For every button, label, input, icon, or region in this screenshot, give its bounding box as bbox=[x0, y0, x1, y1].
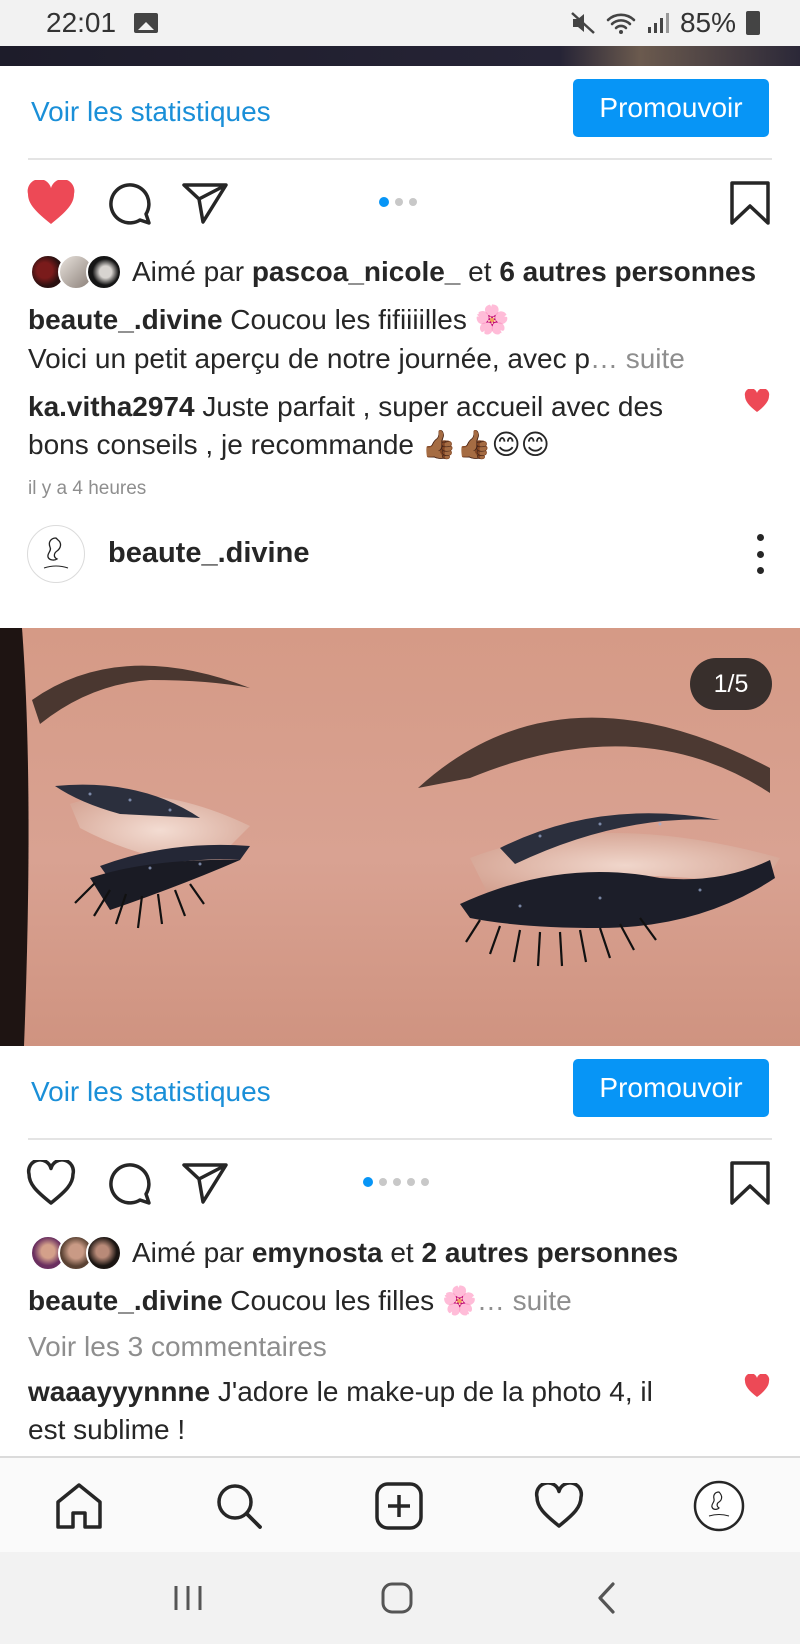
view-insights-link[interactable]: Voir les statistiques bbox=[31, 96, 271, 128]
bottom-navigation bbox=[0, 1456, 800, 1552]
signal-icon bbox=[647, 13, 669, 33]
recent-apps-icon[interactable] bbox=[166, 1576, 210, 1620]
carousel-dot bbox=[379, 197, 389, 207]
caption-text: Coucou les fifiiiilles 🌸 bbox=[230, 304, 510, 335]
likes-others[interactable]: 6 autres personnes bbox=[499, 256, 756, 288]
post1-timestamp: il y a 4 heures bbox=[28, 472, 146, 502]
bookmark-icon[interactable] bbox=[723, 1156, 777, 1210]
caption-more-link[interactable]: … suite bbox=[477, 1285, 572, 1316]
send-icon[interactable] bbox=[178, 176, 232, 230]
carousel-dot bbox=[409, 198, 417, 206]
caption-more-link[interactable]: … suite bbox=[590, 343, 685, 374]
comment-text: J'adore le make-up de la photo 4, il bbox=[217, 1376, 653, 1407]
back-icon[interactable] bbox=[585, 1576, 629, 1620]
mute-icon bbox=[571, 12, 595, 34]
likes-and: et bbox=[390, 1237, 414, 1268]
view-insights-link[interactable]: Voir les statistiques bbox=[31, 1076, 271, 1108]
carousel-dots bbox=[363, 1177, 429, 1187]
caption-text: Coucou les filles 🌸 bbox=[230, 1285, 477, 1316]
post-username[interactable]: beaute_.divine bbox=[108, 537, 309, 570]
post1-caption-line2: Voici un petit aperçu de notre journée, … bbox=[28, 340, 685, 378]
status-bar: 22:01 85% bbox=[0, 0, 800, 46]
avatar bbox=[86, 1235, 122, 1271]
caption-username[interactable]: beaute_.divine bbox=[28, 1285, 223, 1316]
post1-comment: ka.vitha2974 Juste parfait , super accue… bbox=[28, 388, 663, 426]
post1-action-row bbox=[0, 164, 800, 244]
caption-text-line2: Voici un petit aperçu de notre journée, … bbox=[28, 343, 590, 374]
post1-insights-bar: Voir les statistiques Promouvoir bbox=[0, 66, 800, 160]
promote-button[interactable]: Promouvoir bbox=[573, 1059, 769, 1117]
system-navigation-bar bbox=[0, 1552, 800, 1644]
carousel-counter: 1/5 bbox=[690, 658, 772, 710]
avatar bbox=[86, 254, 122, 290]
home-button-icon[interactable] bbox=[375, 1576, 419, 1620]
likes-and: et bbox=[468, 256, 492, 287]
likes-prefix: Aimé par bbox=[132, 256, 245, 287]
comment-like-filled-icon[interactable] bbox=[744, 389, 770, 413]
post2-action-row bbox=[0, 1144, 800, 1224]
comment-like-filled-icon[interactable] bbox=[744, 1374, 770, 1398]
likes-prefix: Aimé par bbox=[132, 1237, 245, 1268]
status-indicators: 85% bbox=[570, 7, 760, 39]
like-filled-icon[interactable] bbox=[24, 176, 78, 230]
carousel-dot bbox=[393, 1178, 401, 1186]
battery-icon bbox=[746, 11, 760, 35]
bookmark-icon[interactable] bbox=[723, 176, 777, 230]
comment-username[interactable]: waaayyynnne bbox=[28, 1376, 210, 1407]
comment-username[interactable]: ka.vitha2974 bbox=[28, 391, 195, 422]
heart-icon[interactable] bbox=[24, 1156, 78, 1210]
profile-avatar[interactable] bbox=[27, 525, 85, 583]
liker-avatars bbox=[30, 252, 122, 292]
wifi-icon bbox=[606, 13, 636, 34]
liker-avatars bbox=[30, 1233, 122, 1273]
likes-username[interactable]: emynosta bbox=[252, 1237, 383, 1269]
view-comments-link[interactable]: Voir les 3 commentaires bbox=[28, 1331, 327, 1362]
post1-comment-line2: bons conseils , je recommande 👍🏾👍🏾😊😊 bbox=[28, 426, 550, 464]
likes-username[interactable]: pascoa_nicole_ bbox=[252, 256, 461, 288]
profile-tab-avatar-icon[interactable] bbox=[691, 1478, 747, 1534]
divider bbox=[28, 158, 772, 160]
carousel-dot bbox=[407, 1178, 415, 1186]
post1-likes[interactable]: Aimé par pascoa_nicole_ et 6 autres pers… bbox=[30, 252, 756, 292]
carousel-dot bbox=[363, 1177, 373, 1187]
more-options-icon[interactable] bbox=[750, 534, 770, 574]
add-post-icon[interactable] bbox=[371, 1478, 427, 1534]
likes-others[interactable]: 2 autres personnes bbox=[421, 1237, 678, 1269]
post-photo[interactable]: 1/5 bbox=[0, 628, 800, 1046]
previous-post-photo-edge[interactable] bbox=[0, 46, 800, 66]
post2-caption: beaute_.divine Coucou les filles 🌸… suit… bbox=[28, 1282, 572, 1320]
gallery-notification-icon bbox=[134, 13, 159, 33]
post2-header: beaute_.divine bbox=[0, 522, 800, 592]
carousel-dot bbox=[379, 1178, 387, 1186]
carousel-dot bbox=[395, 198, 403, 206]
search-icon[interactable] bbox=[211, 1478, 267, 1534]
post2-comment-line2: est sublime ! bbox=[28, 1411, 185, 1449]
divider bbox=[28, 1138, 772, 1140]
time-ago: il y a 4 heures bbox=[28, 478, 147, 499]
carousel-dots bbox=[379, 197, 417, 207]
comment-text: Juste parfait , super accueil avec des bbox=[202, 391, 664, 422]
post2-insights-bar: Voir les statistiques Promouvoir bbox=[0, 1046, 800, 1140]
post2-comment: waaayyynnne J'adore le make-up de la pho… bbox=[28, 1373, 653, 1411]
comment-icon[interactable] bbox=[102, 176, 156, 230]
home-icon[interactable] bbox=[51, 1478, 107, 1534]
status-time: 22:01 bbox=[46, 7, 117, 38]
promote-button[interactable]: Promouvoir bbox=[573, 79, 769, 137]
comment-icon[interactable] bbox=[102, 1156, 156, 1210]
send-icon[interactable] bbox=[178, 1156, 232, 1210]
post2-likes[interactable]: Aimé par emynosta et 2 autres personnes bbox=[30, 1233, 678, 1273]
comment-text-line2: est sublime ! bbox=[28, 1414, 186, 1445]
makeup-photo bbox=[0, 628, 800, 1046]
post1-caption: beaute_.divine Coucou les fifiiiilles 🌸 bbox=[28, 301, 509, 339]
post2-view-comments[interactable]: Voir les 3 commentaires bbox=[28, 1328, 327, 1366]
carousel-dot bbox=[421, 1178, 429, 1186]
battery-percent: 85% bbox=[679, 7, 736, 38]
activity-heart-icon[interactable] bbox=[531, 1478, 587, 1534]
comment-text-line2: bons conseils , je recommande 👍🏾👍🏾😊😊 bbox=[28, 429, 550, 460]
caption-username[interactable]: beaute_.divine bbox=[28, 304, 223, 335]
brand-logo-icon bbox=[43, 537, 69, 569]
